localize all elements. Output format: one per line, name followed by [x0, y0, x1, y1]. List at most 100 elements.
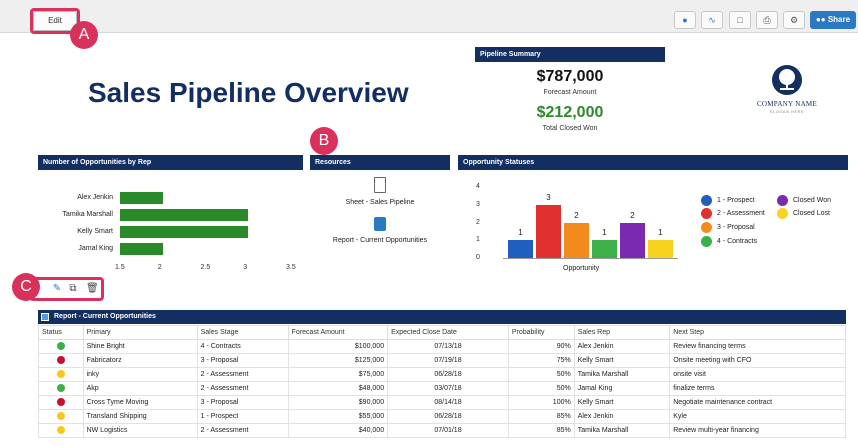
status-cell [38, 367, 84, 382]
legend-label: 1 - Prospect [717, 197, 755, 204]
resource-link-report[interactable]: Report - Current Opportunities [300, 237, 460, 244]
report-header: Report - Current Opportunities [38, 310, 846, 324]
report-icon[interactable] [374, 217, 386, 231]
sales-stage-cell: 2 - Assessment [196, 381, 289, 396]
probability-cell: 75% [507, 353, 575, 368]
legend-swatch [777, 208, 788, 219]
forecast-amount-value: $787,000 [536, 68, 604, 85]
status-cell [38, 395, 84, 410]
sales-stage-cell: 4 - Contracts [196, 339, 289, 354]
column-header[interactable]: Status [38, 325, 84, 340]
close-date-cell: 06/28/18 [387, 409, 509, 424]
forecast-amount-cell: $40,000 [287, 423, 389, 438]
rep-bar [120, 192, 163, 204]
pipeline-summary-header: Pipeline Summary [475, 47, 665, 62]
next-step-cell: finalize terms [669, 381, 846, 396]
print-icon[interactable]: ⎙ [756, 11, 778, 29]
rep-bar [120, 243, 163, 255]
next-step-cell: Onsite meeting with CFO [669, 353, 846, 368]
closed-won-value: $212,000 [536, 104, 604, 121]
activity-icon[interactable]: ∿ [701, 11, 723, 29]
resource-link-sheet[interactable]: Sheet - Sales Pipeline [300, 199, 460, 206]
rep-label: Alex Jenkin [77, 194, 113, 201]
primary-cell: Cross Tyme Moving [82, 395, 198, 410]
status-cell [38, 339, 84, 354]
sales-rep-cell: Kelly Smart [573, 353, 671, 368]
legend-label: Closed Lost [793, 210, 830, 217]
status-bar [620, 222, 645, 258]
status-indicator [56, 383, 65, 392]
status-bar-label: 2 [574, 210, 579, 220]
table-row[interactable]: inky 2 - Assessment $75,000 06/28/18 50% Tami… [38, 367, 846, 382]
status-bar [564, 222, 589, 258]
rep-axis-tick: 3.5 [286, 264, 296, 271]
rep-label: Kelly Smart [77, 228, 113, 235]
status-cell [38, 353, 84, 368]
company-tagline: SLOGAN HERE [769, 109, 805, 114]
closed-won-label: Total Closed Won [542, 125, 598, 132]
copy-icon[interactable]: ⧉ [67, 283, 79, 295]
status-indicator [56, 369, 65, 378]
status-bar [508, 240, 533, 258]
column-header[interactable]: Next Step [669, 325, 846, 340]
legend-swatch [701, 222, 712, 233]
status-indicator [56, 397, 65, 406]
primary-cell: inky [82, 367, 198, 382]
primary-cell: Fabricatorz [82, 353, 198, 368]
primary-cell: NW Logistics [82, 423, 198, 438]
status-bar-label: 1 [602, 228, 607, 238]
sales-rep-cell: Kelly Smart [573, 395, 671, 410]
probability-cell: 90% [507, 339, 575, 354]
forecast-amount-label: Forecast Amount [543, 89, 597, 96]
globe-icon[interactable]: ● [674, 11, 696, 29]
status-axis-tick: 2 [476, 218, 480, 226]
table-row[interactable]: Akp 2 - Assessment $48,000 03/07/18 50% Jamal… [38, 381, 846, 396]
status-chart-header: Opportunity Statuses [458, 155, 848, 170]
rep-axis-tick: 2 [157, 264, 162, 271]
table-row[interactable]: Transland Shipping 1 - Prospect $55,000 06/… [38, 409, 846, 424]
sales-rep-cell: Alex Jenkin [573, 339, 671, 354]
legend-label: 2 - Assessment [717, 210, 765, 217]
callout-b-badge: B [310, 127, 338, 155]
table-row[interactable]: Cross Tyme Moving 3 - Proposal $90,000 08/1… [38, 395, 846, 410]
callout-c-badge: C [12, 273, 40, 301]
close-date-cell: 07/01/18 [387, 423, 509, 438]
pencil-icon[interactable]: ✎ [51, 283, 63, 295]
status-bar [592, 240, 617, 258]
status-bar-label: 1 [658, 228, 663, 238]
trash-icon[interactable]: 🗑 [86, 283, 99, 295]
table-row[interactable]: Shine Bright 4 - Contracts $100,000 07/13/1… [38, 339, 846, 354]
sales-rep-cell: Tamika Marshall [573, 367, 671, 382]
table-row[interactable]: NW Logistics 2 - Assessment $40,000 07/01/1… [38, 423, 846, 438]
page-title: Sales Pipeline Overview [88, 77, 409, 108]
legend-swatch [777, 195, 788, 206]
rep-label: Jamal King [78, 245, 113, 252]
rep-bar [120, 226, 249, 238]
legend-label: 4 - Contracts [717, 238, 758, 245]
document-icon[interactable] [374, 177, 386, 193]
company-logo: COMPANY NAME SLOGAN HERE [736, 65, 838, 114]
column-header[interactable]: Primary [82, 325, 198, 340]
report-header-icon [41, 313, 49, 321]
status-axis-tick: 0 [476, 254, 480, 261]
probability-cell: 50% [507, 381, 575, 396]
rep-axis-tick: 2.5 [200, 264, 211, 271]
table-header-row: Status Primary Sales Stage Forecast Amount E… [38, 325, 846, 340]
close-date-cell: 03/07/18 [387, 381, 509, 396]
resources-header: Resources [310, 155, 450, 170]
present-icon[interactable]: □ [729, 11, 751, 29]
column-header[interactable]: Sales Stage [196, 325, 289, 340]
next-step-cell: Review multi-year financing [669, 423, 846, 438]
column-header[interactable]: Probability [507, 325, 575, 340]
settings-icon[interactable]: ⚙ [783, 11, 805, 29]
status-indicator [56, 425, 65, 434]
status-cell [38, 409, 84, 424]
column-header[interactable]: Sales Rep [573, 325, 671, 340]
table-row[interactable]: Fabricatorz 3 - Proposal $125,000 07/19/18 7… [38, 353, 846, 368]
column-header[interactable]: Forecast Amount [287, 325, 389, 340]
share-button[interactable]: ●● Share [810, 11, 856, 29]
rep-axis-tick: 1.5 [115, 264, 125, 271]
tree-icon [772, 65, 802, 95]
callout-a-badge: A [70, 21, 98, 49]
column-header[interactable]: Expected Close Date [387, 325, 509, 340]
